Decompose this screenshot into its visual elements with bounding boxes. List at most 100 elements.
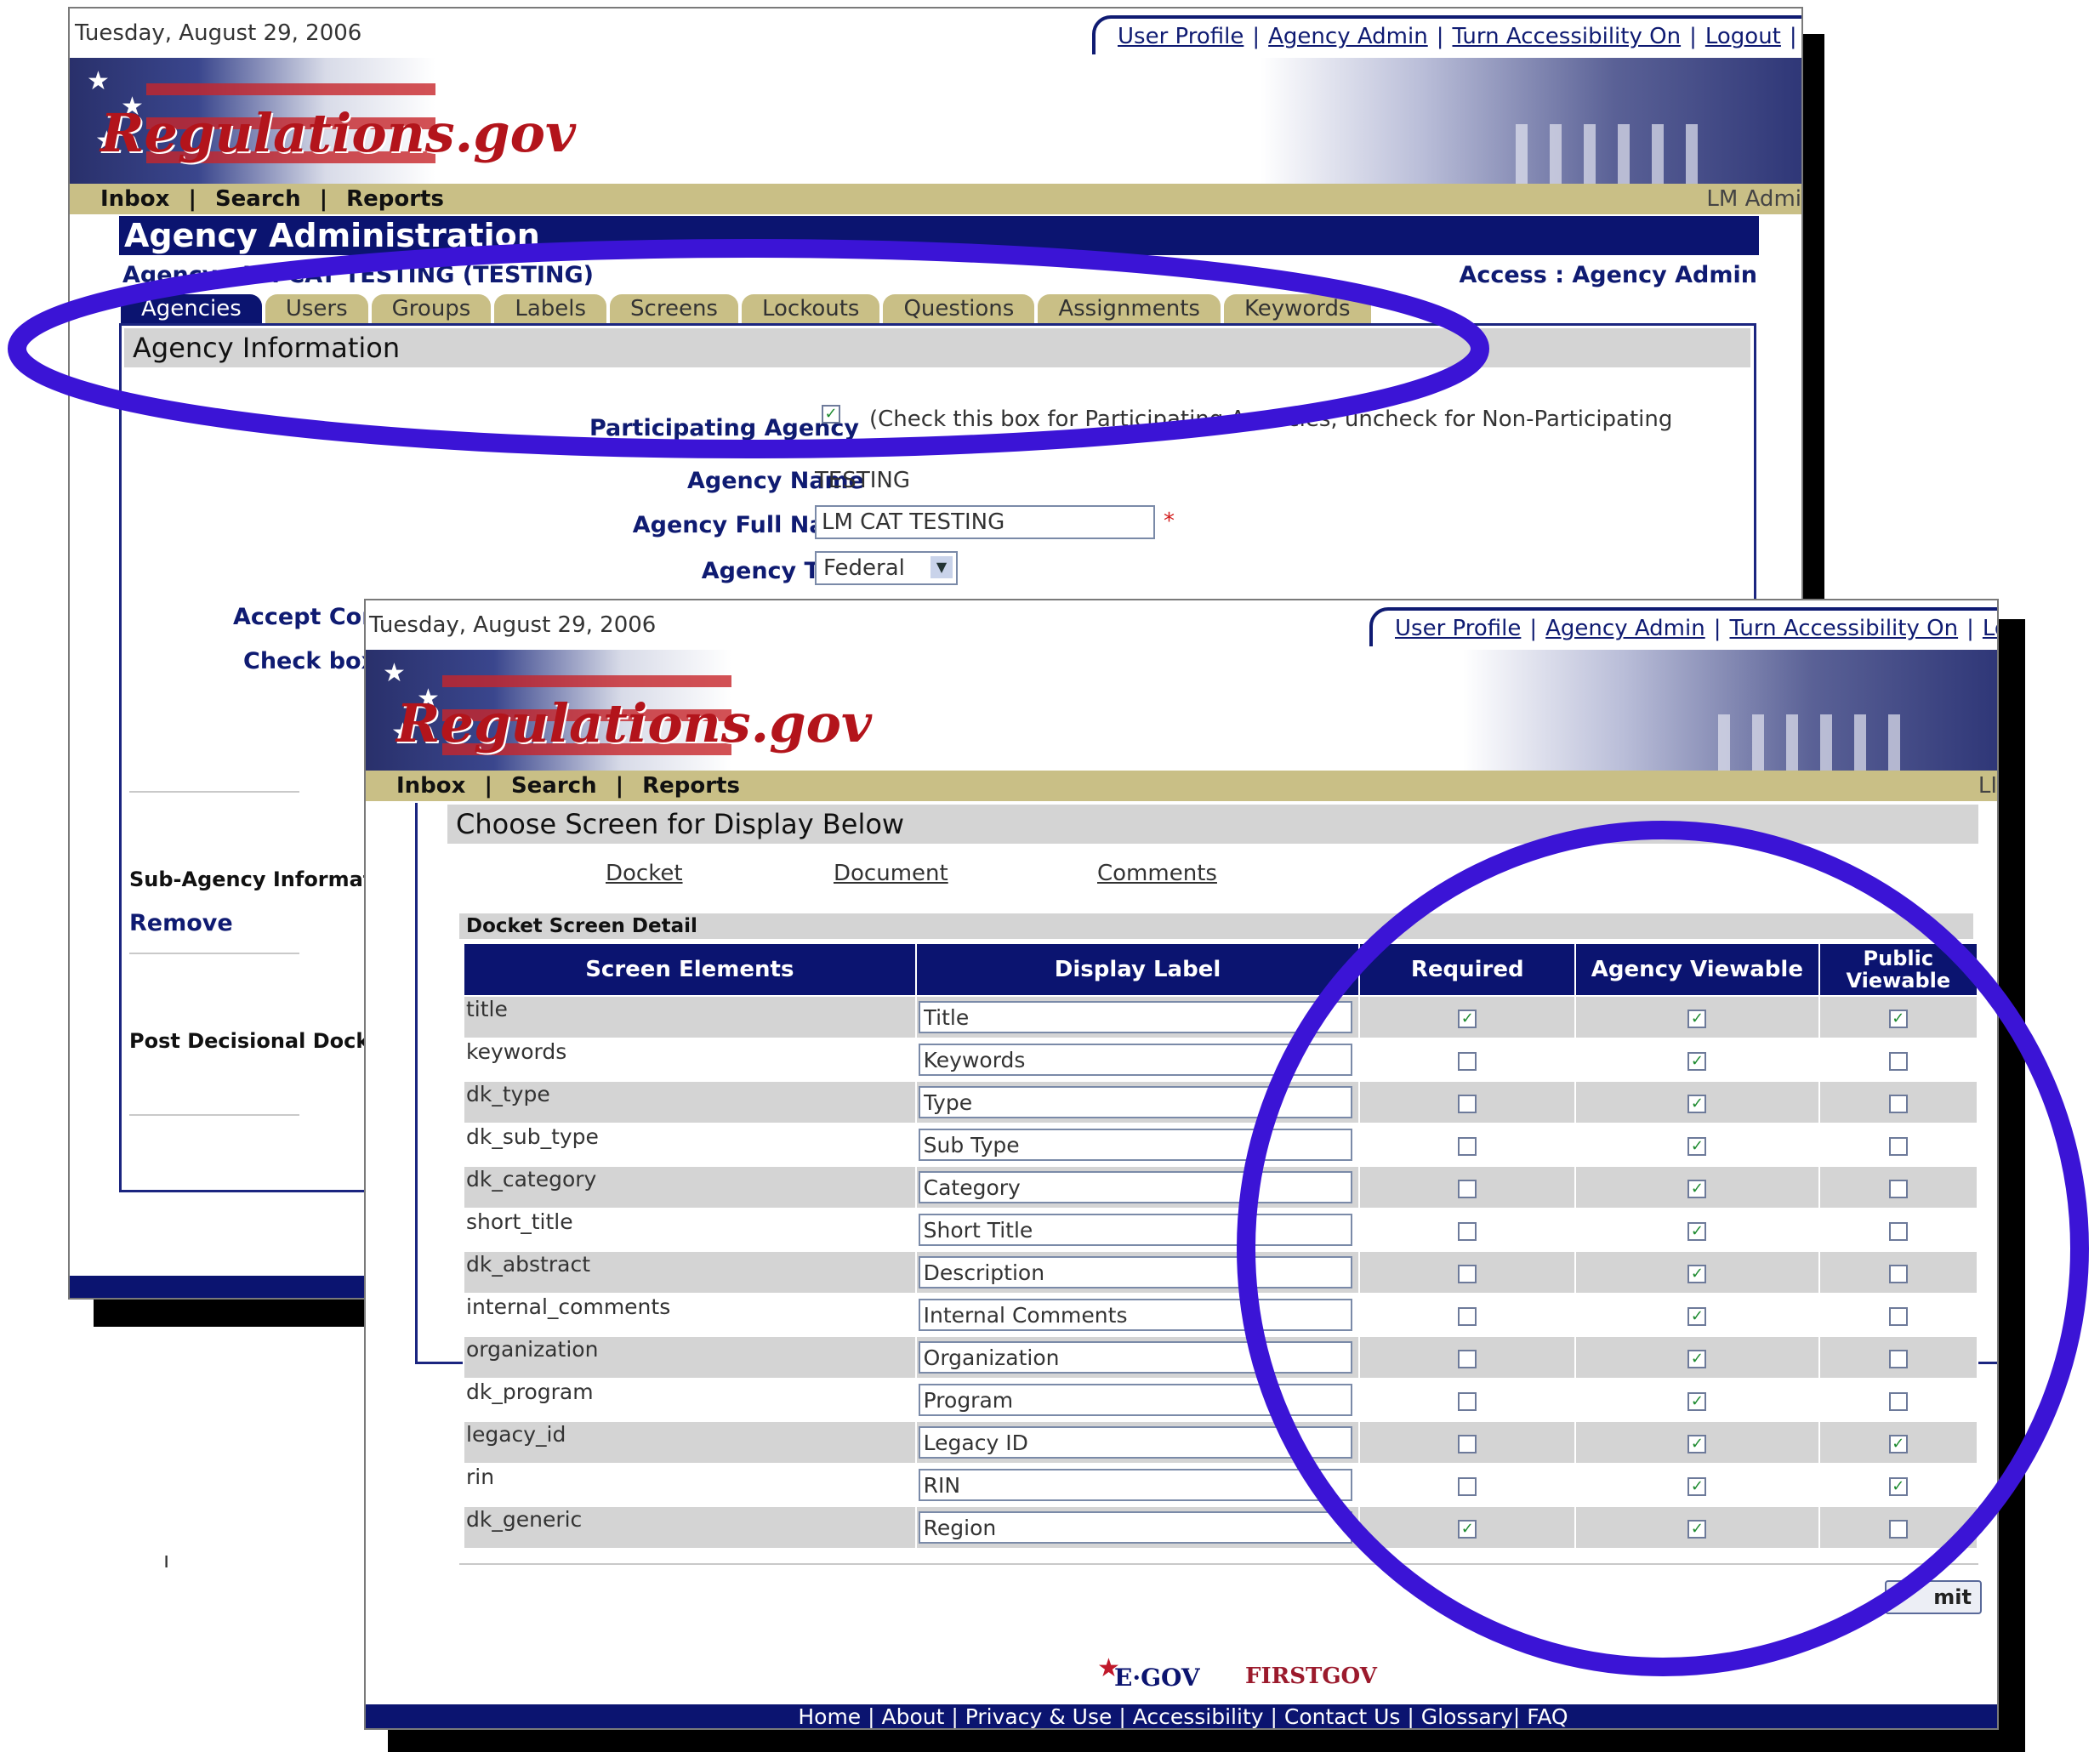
required-cell [1358, 1463, 1577, 1507]
agency-viewable-checkbox[interactable]: ✓ [1687, 1306, 1707, 1326]
public-viewable-checkbox[interactable]: ✓ [1888, 1434, 1908, 1453]
agency-viewable-checkbox[interactable]: ✓ [1687, 1051, 1707, 1071]
document-screen-link[interactable]: Document [834, 861, 948, 886]
display-label-input[interactable] [918, 1469, 1352, 1501]
firstgov-logo[interactable]: FIRSTGOV [1245, 1664, 1377, 1689]
display-label-input[interactable] [918, 1426, 1352, 1459]
required-checkbox[interactable] [1458, 1306, 1477, 1326]
display-label-input[interactable] [918, 1384, 1352, 1416]
egov-logo[interactable]: E·GOV [1114, 1664, 1200, 1692]
tab-questions[interactable]: Questions [883, 294, 1035, 323]
tab-agencies[interactable]: Agencies [121, 294, 262, 323]
public-viewable-checkbox[interactable] [1888, 1391, 1908, 1411]
agency-viewable-checkbox[interactable]: ✓ [1687, 1434, 1707, 1453]
agency-viewable-checkbox[interactable]: ✓ [1687, 1264, 1707, 1283]
agency-viewable-cell: ✓ [1574, 1080, 1820, 1124]
required-checkbox[interactable] [1458, 1221, 1477, 1241]
public-viewable-checkbox[interactable] [1888, 1179, 1908, 1198]
accessibility-link[interactable]: Turn Accessibility On [1729, 616, 1958, 641]
required-checkbox[interactable]: ✓ [1458, 1519, 1477, 1539]
tab-groups[interactable]: Groups [371, 294, 492, 323]
agency-type-select[interactable]: Federal ▼ [815, 551, 958, 585]
public-viewable-checkbox[interactable] [1888, 1136, 1908, 1156]
footer-faq[interactable]: FAQ [1527, 1704, 1568, 1728]
public-viewable-checkbox[interactable] [1888, 1051, 1908, 1071]
required-checkbox[interactable]: ✓ [1458, 1009, 1477, 1028]
display-label-input[interactable] [918, 1171, 1352, 1203]
logout-link[interactable]: Logo [1983, 616, 1997, 641]
footer-glossary[interactable]: Glossary [1421, 1704, 1513, 1728]
agency-viewable-checkbox[interactable]: ✓ [1687, 1221, 1707, 1241]
public-viewable-checkbox[interactable] [1888, 1349, 1908, 1368]
agency-viewable-checkbox[interactable]: ✓ [1687, 1136, 1707, 1156]
footer-about[interactable]: About [882, 1704, 945, 1728]
docket-screen-link[interactable]: Docket [606, 861, 683, 886]
display-label-input[interactable] [918, 1129, 1352, 1161]
required-checkbox[interactable] [1458, 1051, 1477, 1071]
display-label-input[interactable] [918, 1044, 1352, 1076]
public-viewable-checkbox[interactable] [1888, 1221, 1908, 1241]
required-checkbox[interactable] [1458, 1136, 1477, 1156]
accept-label: Accept Cor [233, 604, 373, 630]
nav-reports[interactable]: Reports [346, 184, 444, 214]
agency-viewable-checkbox[interactable]: ✓ [1687, 1009, 1707, 1028]
nav-search[interactable]: Search [511, 771, 597, 801]
public-viewable-checkbox[interactable] [1888, 1519, 1908, 1539]
tab-assignments[interactable]: Assignments [1038, 294, 1221, 323]
footer-home[interactable]: Home [798, 1704, 861, 1728]
agency-type-value: Federal [823, 555, 905, 581]
display-label-input[interactable] [918, 1256, 1352, 1288]
agency-viewable-checkbox[interactable]: ✓ [1687, 1519, 1707, 1539]
screen-element-name: dk_sub_type [463, 1123, 917, 1167]
agency-viewable-checkbox[interactable]: ✓ [1687, 1179, 1707, 1198]
display-label-input[interactable] [918, 1086, 1352, 1118]
public-viewable-checkbox[interactable]: ✓ [1888, 1009, 1908, 1028]
footer-contact[interactable]: Contact Us [1284, 1704, 1401, 1728]
regulations-logo[interactable]: Regulations.gov [100, 102, 576, 164]
user-profile-link[interactable]: User Profile [1395, 616, 1521, 641]
agency-admin-link[interactable]: Agency Admin [1268, 24, 1428, 49]
tab-screens[interactable]: Screens [610, 294, 738, 323]
full-name-input[interactable]: LM CAT TESTING [815, 505, 1155, 539]
public-viewable-checkbox[interactable] [1888, 1094, 1908, 1113]
tab-keywords[interactable]: Keywords [1223, 294, 1371, 323]
tab-lockouts[interactable]: Lockouts [741, 294, 880, 323]
nav-inbox[interactable]: Inbox [100, 184, 169, 214]
display-label-input[interactable] [918, 1511, 1352, 1544]
remove-link[interactable]: Remove [129, 910, 233, 936]
nav-reports[interactable]: Reports [642, 771, 740, 801]
logout-link[interactable]: Logout [1705, 24, 1781, 49]
tab-labels[interactable]: Labels [494, 294, 607, 323]
agency-viewable-checkbox[interactable]: ✓ [1687, 1476, 1707, 1496]
display-label-input[interactable] [918, 1214, 1352, 1246]
comments-screen-link[interactable]: Comments [1097, 861, 1217, 886]
agency-admin-link[interactable]: Agency Admin [1545, 616, 1705, 641]
agency-viewable-checkbox[interactable]: ✓ [1687, 1349, 1707, 1368]
public-viewable-checkbox[interactable]: ✓ [1888, 1476, 1908, 1496]
display-label-input[interactable] [918, 1341, 1352, 1374]
required-checkbox[interactable] [1458, 1094, 1477, 1113]
front-navbar: Inbox | Search | Reports LI [366, 771, 1997, 801]
agency-viewable-checkbox[interactable]: ✓ [1687, 1391, 1707, 1411]
submit-button[interactable]: mit [1885, 1580, 1982, 1614]
required-checkbox[interactable] [1458, 1179, 1477, 1198]
public-viewable-checkbox[interactable] [1888, 1264, 1908, 1283]
required-checkbox[interactable] [1458, 1476, 1477, 1496]
user-profile-link[interactable]: User Profile [1118, 24, 1243, 49]
nav-inbox[interactable]: Inbox [396, 771, 465, 801]
required-checkbox[interactable] [1458, 1434, 1477, 1453]
display-label-input[interactable] [918, 1001, 1352, 1033]
participating-checkbox[interactable]: ✓ [822, 405, 840, 424]
public-viewable-checkbox[interactable] [1888, 1306, 1908, 1326]
required-checkbox[interactable] [1458, 1349, 1477, 1368]
footer-privacy[interactable]: Privacy & Use [965, 1704, 1113, 1728]
regulations-logo[interactable]: Regulations.gov [396, 692, 872, 754]
agency-viewable-checkbox[interactable]: ✓ [1687, 1094, 1707, 1113]
footer-accessibility[interactable]: Accessibility [1133, 1704, 1264, 1728]
display-label-input[interactable] [918, 1299, 1352, 1331]
nav-search[interactable]: Search [215, 184, 301, 214]
accessibility-link[interactable]: Turn Accessibility On [1452, 24, 1681, 49]
required-checkbox[interactable] [1458, 1264, 1477, 1283]
tab-users[interactable]: Users [265, 294, 368, 323]
required-checkbox[interactable] [1458, 1391, 1477, 1411]
